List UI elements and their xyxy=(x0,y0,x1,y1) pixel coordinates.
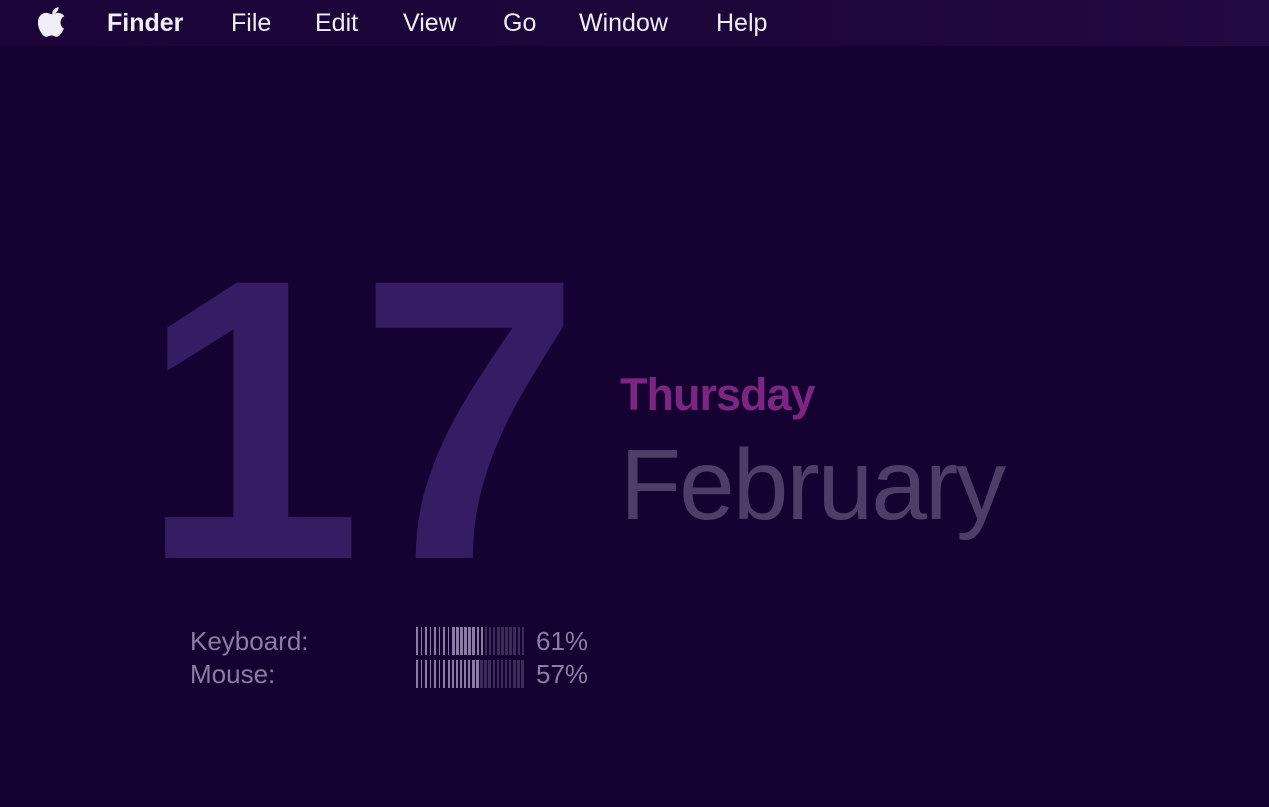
keyboard-battery-label: Keyboard: xyxy=(190,626,309,656)
meter-segment xyxy=(509,627,512,655)
meter-segment xyxy=(504,660,508,688)
keyboard-battery-row: Keyboard: 61% xyxy=(190,625,610,657)
keyboard-battery-meter xyxy=(416,627,530,655)
meter-segment xyxy=(456,627,459,655)
meter-segment xyxy=(513,660,516,688)
meter-segment xyxy=(455,660,459,688)
keyboard-battery-value: 61% xyxy=(536,626,589,656)
meter-segment xyxy=(420,660,422,688)
meter-segment xyxy=(464,627,467,655)
meter-segment xyxy=(425,660,427,688)
meter-segment xyxy=(488,660,491,688)
meter-segment xyxy=(513,627,516,655)
menu-file[interactable]: File xyxy=(231,0,271,46)
menu-finder[interactable]: Finder xyxy=(107,0,183,46)
meter-segment xyxy=(429,627,431,655)
meter-segment xyxy=(492,627,496,655)
meter-segment xyxy=(463,660,467,688)
meter-segment xyxy=(500,660,504,688)
desktop: Finder File Edit View Go Window Help 17 … xyxy=(0,0,1269,807)
meter-segment xyxy=(420,627,422,655)
meter-segment xyxy=(521,627,525,655)
meter-segment xyxy=(443,660,445,688)
meter-segment xyxy=(476,627,480,655)
meter-segment xyxy=(452,627,455,655)
meter-segment xyxy=(497,627,500,655)
meter-segment xyxy=(459,660,463,688)
meter-segment xyxy=(496,660,500,688)
apple-logo-icon[interactable] xyxy=(38,6,68,38)
day-number: 17 xyxy=(140,196,581,643)
mouse-battery-meter xyxy=(416,660,530,688)
meter-segment xyxy=(472,627,475,655)
menu-help[interactable]: Help xyxy=(716,0,767,46)
meter-segment xyxy=(488,627,492,655)
meter-segment xyxy=(517,627,520,655)
weekday-label: Thursday xyxy=(620,369,816,420)
meter-segment xyxy=(501,627,504,655)
meter-segment xyxy=(443,627,445,655)
meter-segment xyxy=(472,660,475,688)
meter-segment xyxy=(447,660,450,688)
mouse-battery-row: Mouse: 57% xyxy=(190,658,610,690)
meter-segment xyxy=(505,627,508,655)
menu-window[interactable]: Window xyxy=(579,0,668,46)
menu-bar: Finder File Edit View Go Window Help xyxy=(0,0,1269,46)
meter-segment xyxy=(468,627,471,655)
meter-segment xyxy=(438,660,440,688)
mouse-battery-label: Mouse: xyxy=(190,659,276,689)
month-label: February xyxy=(620,429,1006,541)
meter-segment xyxy=(434,660,436,688)
meter-segment xyxy=(480,627,484,655)
meter-segment xyxy=(434,627,436,655)
menu-go[interactable]: Go xyxy=(503,0,536,46)
meter-segment xyxy=(438,627,440,655)
meter-segment xyxy=(451,660,455,688)
meter-segment xyxy=(416,627,418,655)
meter-segment xyxy=(484,660,487,688)
meter-segment xyxy=(416,660,418,688)
menu-view[interactable]: View xyxy=(403,0,457,46)
mouse-battery-value: 57% xyxy=(536,659,589,689)
meter-segment xyxy=(467,660,471,688)
meter-segment xyxy=(425,627,427,655)
meter-segment xyxy=(429,660,431,688)
meter-segment xyxy=(484,627,488,655)
meter-segment xyxy=(508,660,512,688)
meter-segment xyxy=(460,627,463,655)
meter-segment xyxy=(492,660,496,688)
meter-segment xyxy=(476,660,479,688)
meter-segment xyxy=(517,660,520,688)
menu-edit[interactable]: Edit xyxy=(315,0,358,46)
meter-segment xyxy=(480,660,483,688)
meter-segment xyxy=(521,660,524,688)
meter-segment xyxy=(447,627,449,655)
